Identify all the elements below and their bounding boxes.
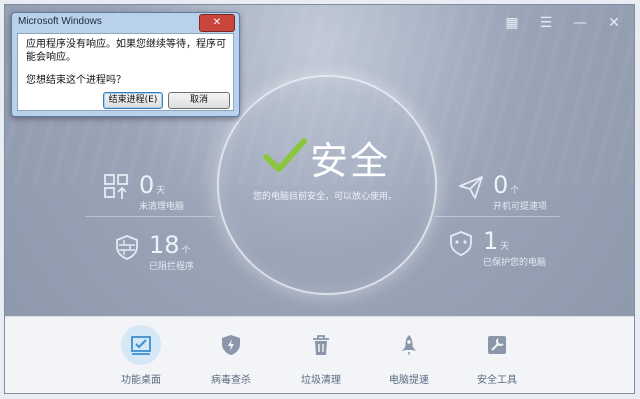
firewall-icon: [116, 235, 138, 260]
window-controls: ▦ ☰ — ✕: [504, 15, 622, 31]
stat-label: 未清理电脑: [139, 202, 185, 212]
stat-value: 0: [493, 171, 509, 199]
tool-label: 安全工具: [477, 375, 517, 386]
shield-face-icon: [450, 231, 472, 256]
bottom-toolbar: 功能桌面 病毒查杀 垃圾清理 电脑提速 安全工具: [5, 316, 634, 393]
tool-speed-up[interactable]: 电脑提速: [379, 325, 439, 386]
stat-value: 1: [483, 227, 499, 255]
divider: [435, 216, 560, 217]
status-ring: [217, 75, 437, 295]
stat-startup: 0个 开机可提速项: [457, 173, 547, 212]
stat-unit: 天: [156, 186, 166, 196]
stat-unit: 天: [500, 242, 510, 252]
stat-value: 0: [139, 171, 155, 199]
dialog-close-button[interactable]: ✕: [199, 14, 235, 32]
stat-unit: 个: [510, 186, 520, 196]
paper-plane-icon: [459, 176, 483, 199]
tool-junk-cleanup[interactable]: 垃圾清理: [291, 325, 351, 386]
status-title: 安全: [310, 139, 391, 183]
stat-label: 已阻拦程序: [149, 262, 195, 272]
tool-label: 电脑提速: [389, 375, 429, 386]
qr-code-icon[interactable]: ▦: [504, 15, 520, 31]
tool-virus-scan[interactable]: 病毒查杀: [201, 325, 261, 386]
cancel-button[interactable]: 取消: [168, 92, 230, 109]
divider: [85, 216, 215, 217]
tool-label: 垃圾清理: [301, 375, 341, 386]
dialog-message: 应用程序没有响应。如果您继续等待，程序可能会响应。: [26, 39, 226, 63]
dialog-body: 应用程序没有响应。如果您继续等待，程序可能会响应。 您想结束这个进程吗？ 结束进…: [17, 33, 234, 111]
tool-label: 功能桌面: [121, 375, 161, 386]
status-description: 您的电脑目前安全，可以放心使用。: [252, 192, 397, 202]
tool-label: 病毒查杀: [211, 375, 251, 386]
stat-protected: 1天 已保护您的电脑: [447, 229, 546, 268]
stat-label: 开机可提速项: [493, 202, 548, 212]
stat-blocked: 18 个 已阻拦程序: [113, 233, 194, 272]
minimize-icon[interactable]: —: [572, 15, 588, 31]
tool-feature-desktop[interactable]: 功能桌面: [111, 325, 171, 386]
stat-uncleaned: 0天 未清理电脑: [103, 173, 184, 212]
close-icon[interactable]: ✕: [606, 15, 622, 31]
tools-icon: [477, 325, 517, 365]
shield-icon: [211, 325, 251, 365]
stat-value: 18: [149, 231, 180, 259]
check-icon: [263, 138, 307, 172]
dialog-title: Microsoft Windows: [18, 16, 102, 27]
stat-label: 已保护您的电脑: [483, 258, 547, 268]
dialog-question: 您想结束这个进程吗？: [26, 75, 126, 86]
stat-unit: 个: [181, 246, 191, 256]
tool-security-tools[interactable]: 安全工具: [467, 325, 527, 386]
desktop-check-icon: [121, 325, 161, 365]
trash-icon: [301, 325, 341, 365]
grid-arrow-icon: [104, 174, 128, 199]
rocket-icon: [389, 325, 429, 365]
menu-icon[interactable]: ☰: [538, 15, 554, 31]
not-responding-dialog: Microsoft Windows ✕ 应用程序没有响应。如果您继续等待，程序可…: [11, 12, 240, 117]
end-process-button[interactable]: 结束进程(E): [103, 92, 163, 109]
